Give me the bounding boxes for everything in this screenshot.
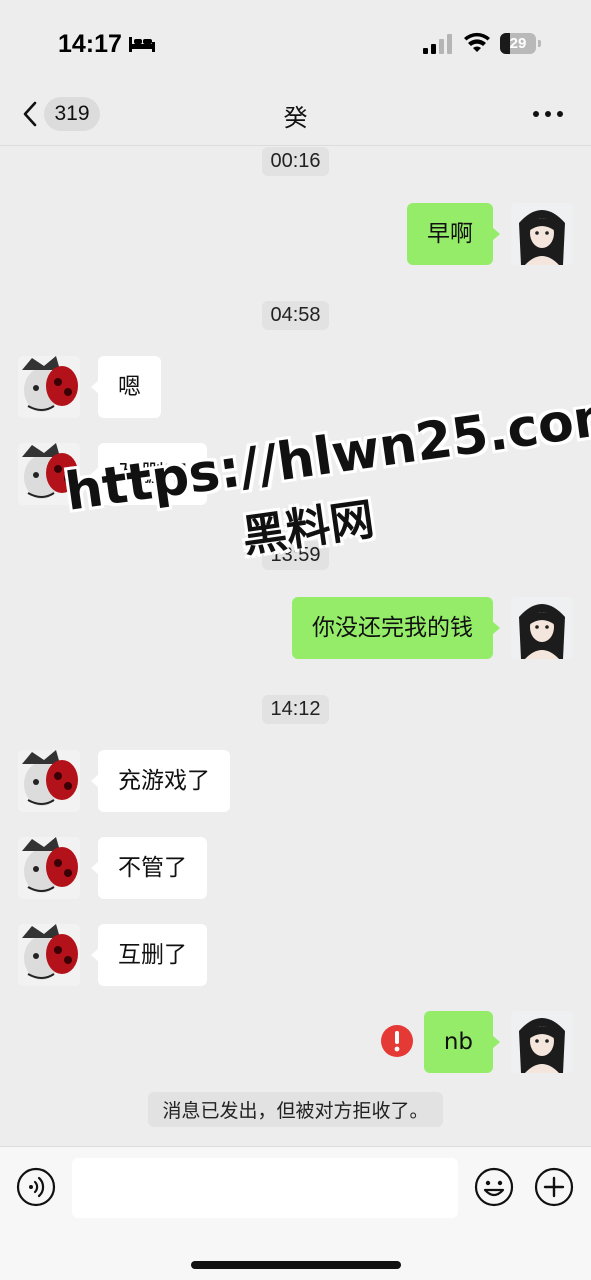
unread-count-badge[interactable]: 319 (44, 97, 100, 131)
contact-avatar[interactable] (18, 356, 80, 418)
contact-avatar[interactable] (18, 837, 80, 899)
message-bubble-outgoing[interactable]: nb (423, 1011, 501, 1073)
message-bubble-incoming[interactable]: 互删了 (91, 924, 207, 986)
message-bubble-incoming[interactable]: 不管了 (91, 837, 207, 899)
send-failed-icon[interactable] (380, 1024, 414, 1058)
timestamp: 14:12 (0, 695, 591, 724)
timestamp: 00:16 (0, 147, 591, 176)
timestamp: 04:58 (0, 301, 591, 330)
message-input[interactable] (72, 1158, 458, 1218)
my-avatar[interactable] (511, 1011, 573, 1073)
contact-avatar[interactable] (18, 443, 80, 505)
system-notice: 消息已发出，但被对方拒收了。 (0, 1092, 591, 1127)
voice-icon[interactable] (16, 1167, 56, 1207)
more-icon[interactable] (530, 104, 566, 124)
plus-icon[interactable] (534, 1167, 574, 1207)
bed-icon (129, 37, 155, 52)
message-bubble-incoming[interactable]: 嗯 (91, 356, 161, 418)
battery-level: 29 (509, 35, 527, 52)
timestamp: 13:59 (0, 541, 591, 570)
battery-icon: 29 (500, 33, 542, 55)
back-button[interactable]: 319 (20, 96, 100, 132)
status-bar: 14:17 29 (0, 0, 591, 86)
signal-icon (423, 34, 452, 54)
my-avatar[interactable] (511, 203, 573, 265)
contact-avatar[interactable] (18, 924, 80, 986)
message-bubble-outgoing[interactable]: 你没还完我的钱 (292, 597, 500, 659)
message-bubble-outgoing[interactable]: 早啊 (407, 203, 500, 265)
chat-header: 癸 319 (0, 86, 591, 146)
watermark: https://hlwn25.com 黑料网 (62, 385, 591, 612)
emoji-icon[interactable] (474, 1167, 514, 1207)
wifi-icon (464, 32, 490, 52)
chevron-left-icon[interactable] (20, 100, 40, 128)
my-avatar[interactable] (511, 597, 573, 659)
contact-avatar[interactable] (18, 750, 80, 812)
input-bar (0, 1146, 591, 1280)
message-bubble-incoming[interactable]: 互删吧 (91, 443, 207, 505)
message-bubble-incoming[interactable]: 充游戏了 (91, 750, 230, 812)
home-indicator (191, 1261, 401, 1269)
status-time: 14:17 (58, 30, 122, 58)
